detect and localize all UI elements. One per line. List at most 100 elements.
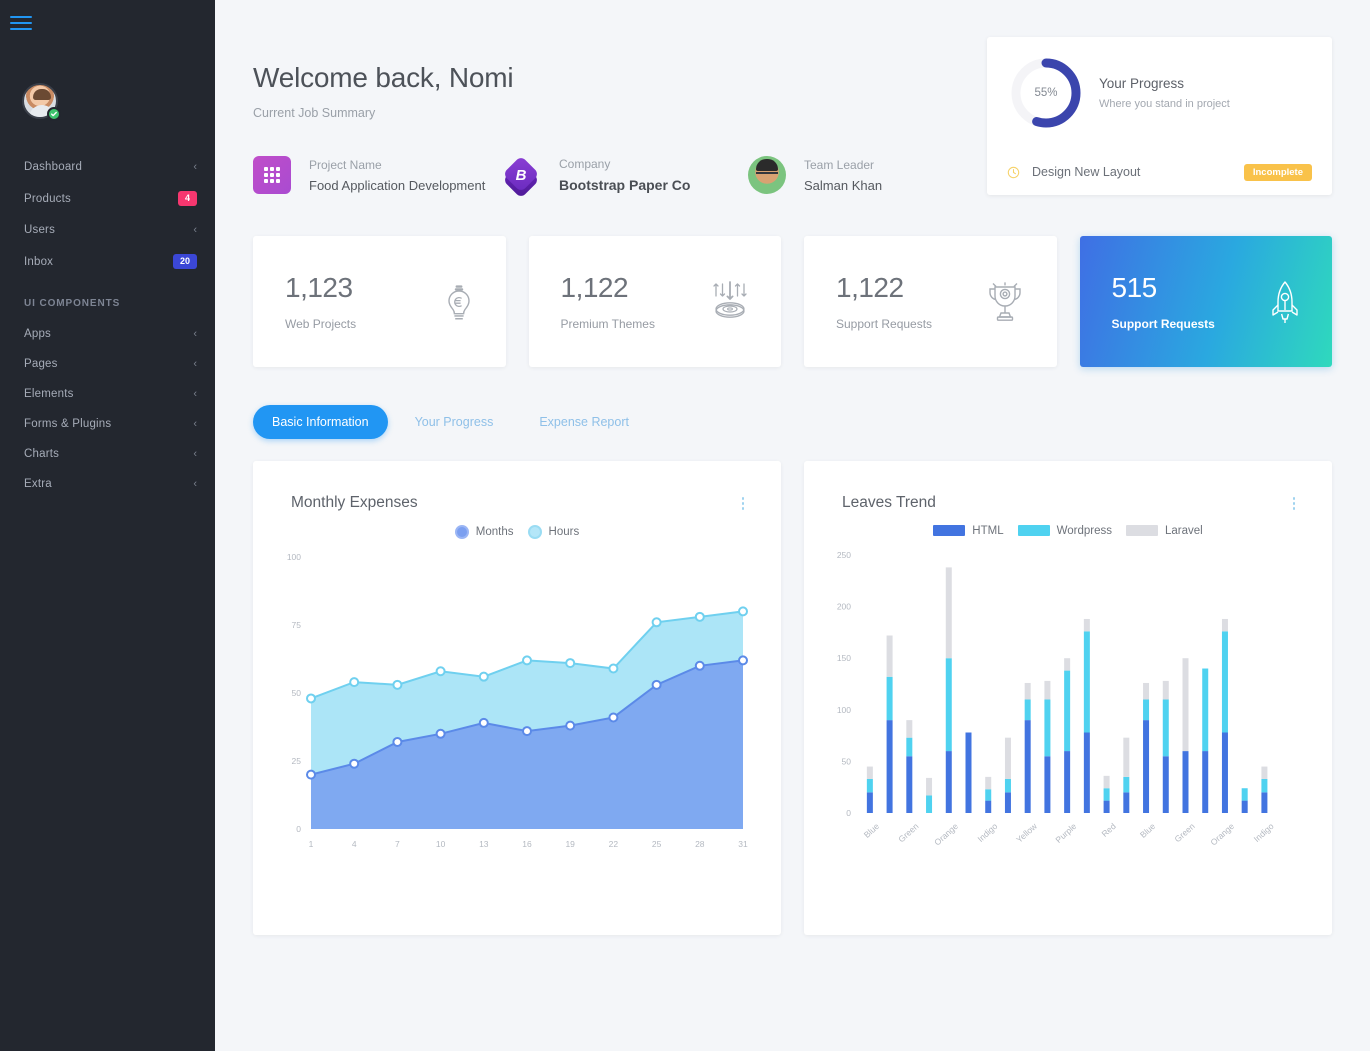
stat-card-support-requests[interactable]: 1,122 Support Requests <box>804 236 1057 367</box>
svg-text:1: 1 <box>309 839 314 849</box>
monthly-expenses-card: Monthly Expenses Months Hours 0 25 50 75 100… <box>253 461 781 935</box>
svg-text:19: 19 <box>565 839 575 849</box>
more-vertical-icon[interactable] <box>1290 494 1299 513</box>
meta-team-leader: Team Leader Salman Khan <box>748 156 882 194</box>
meta-project-name: Project Name Food Application Developmen… <box>253 156 503 194</box>
sidebar-item-inbox[interactable]: Inbox 20 <box>0 245 215 278</box>
sidebar-item-label: Forms & Plugins <box>24 418 112 430</box>
stat-label: Support Requests <box>1111 317 1215 331</box>
svg-text:50: 50 <box>292 688 302 698</box>
progress-title: Your Progress <box>1099 76 1185 91</box>
svg-text:Green: Green <box>1172 820 1196 843</box>
legend-swatch <box>933 525 966 536</box>
svg-text:200: 200 <box>837 601 851 611</box>
leaves-trend-card: Leaves Trend HTML Wordpress Laravel 0 50… <box>804 461 1332 935</box>
svg-text:0: 0 <box>296 824 301 834</box>
svg-text:100: 100 <box>837 704 851 714</box>
chevron-left-icon: ‹ <box>193 387 197 400</box>
svg-text:31: 31 <box>738 839 748 849</box>
legend-swatch <box>454 524 469 539</box>
chart-cards: Monthly Expenses Months Hours 0 25 50 75 100… <box>253 461 1332 935</box>
svg-text:4: 4 <box>352 839 357 849</box>
sidebar-item-label: Charts <box>24 448 60 460</box>
sidebar-item-label: Products <box>24 192 71 205</box>
tab-expense-report[interactable]: Expense Report <box>520 405 648 439</box>
svg-text:Orange: Orange <box>1208 820 1236 847</box>
area-chart: 0 25 50 75 100 1 4 7 10 13 16 19 22 25 28 31 <box>253 539 781 873</box>
main-content: Welcome back, Nomi Current Job Summary 5… <box>215 0 1370 1051</box>
stat-value: 515 <box>1111 272 1158 303</box>
chevron-left-icon: ‹ <box>193 447 197 460</box>
stat-cards: 1,123 Web Projects 1,122 Premium Themes … <box>253 236 1332 367</box>
bootstrap-cube-icon: B <box>502 155 541 199</box>
svg-text:50: 50 <box>842 756 852 766</box>
svg-text:Indigo: Indigo <box>976 820 1000 843</box>
dashboard-root: Dashboard ‹ Products 4 Users ‹ Inbox 20 … <box>0 0 1370 1051</box>
more-vertical-icon[interactable] <box>739 494 748 513</box>
chevron-left-icon: ‹ <box>193 477 197 490</box>
svg-text:Blue: Blue <box>862 820 882 839</box>
chevron-left-icon: ‹ <box>193 417 197 430</box>
online-check-icon <box>47 107 61 121</box>
cd-download-icon <box>709 280 751 324</box>
sidebar-nav: Dashboard ‹ Products 4 Users ‹ Inbox 20 … <box>0 152 215 499</box>
sidebar-item-charts[interactable]: Charts ‹ <box>0 439 215 469</box>
meta-value: Food Application Development <box>309 177 486 193</box>
svg-text:100: 100 <box>287 552 301 562</box>
legend-item-hours[interactable]: Hours <box>527 524 580 539</box>
svg-text:13: 13 <box>479 839 489 849</box>
sidebar-item-label: Dashboard <box>24 161 83 173</box>
svg-text:10: 10 <box>436 839 446 849</box>
sidebar-item-pages[interactable]: Pages ‹ <box>0 349 215 379</box>
stat-label: Premium Themes <box>560 317 655 331</box>
sidebar-item-users[interactable]: Users ‹ <box>0 215 215 245</box>
svg-text:28: 28 <box>695 839 705 849</box>
sidebar-item-extra[interactable]: Extra ‹ <box>0 469 215 499</box>
bar-chart: 0 50 100 150 200 250 Blue Green Orange Indigo Yell… <box>804 537 1332 871</box>
tab-basic-information[interactable]: Basic Information <box>253 405 388 439</box>
legend-label: HTML <box>972 524 1004 537</box>
meta-key: Team Leader <box>804 157 875 172</box>
svg-text:Orange: Orange <box>932 820 960 847</box>
legend-item-months[interactable]: Months <box>454 524 514 539</box>
products-badge: 4 <box>177 191 197 206</box>
status-badge: Incomplete <box>1243 163 1312 181</box>
svg-text:Indigo: Indigo <box>1252 820 1276 843</box>
legend-swatch <box>1017 525 1050 536</box>
svg-text:Purple: Purple <box>1053 820 1078 844</box>
chart-title: Leaves Trend <box>842 494 936 512</box>
legend-label: Hours <box>548 525 580 538</box>
svg-text:16: 16 <box>522 839 532 849</box>
sidebar-item-elements[interactable]: Elements ‹ <box>0 379 215 409</box>
sidebar-item-dashboard[interactable]: Dashboard ‹ <box>0 152 215 182</box>
stat-card-support-requests-accent[interactable]: 515 Support Requests <box>1079 236 1332 367</box>
svg-text:25: 25 <box>652 839 662 849</box>
progress-task-label: Design New Layout <box>1032 165 1141 180</box>
sidebar-item-label: Elements <box>24 388 74 400</box>
avatar[interactable] <box>22 83 61 121</box>
progress-percent: 55% <box>1034 87 1058 99</box>
sidebar-item-forms-plugins[interactable]: Forms & Plugins ‹ <box>0 409 215 439</box>
stat-value: 1,122 <box>560 272 629 303</box>
legend-item-laravel[interactable]: Laravel <box>1125 525 1203 537</box>
legend-item-wordpress[interactable]: Wordpress <box>1017 524 1112 537</box>
chevron-left-icon: ‹ <box>193 223 197 236</box>
stat-card-premium-themes[interactable]: 1,122 Premium Themes <box>528 236 781 367</box>
stat-value: 1,123 <box>285 272 353 303</box>
svg-text:Green: Green <box>896 820 920 843</box>
svg-text:150: 150 <box>837 653 851 663</box>
legend-item-html[interactable]: HTML <box>933 524 1004 537</box>
meta-value: Bootstrap Paper Co <box>559 177 691 193</box>
lightbulb-euro-icon <box>442 280 476 324</box>
sidebar-item-label: Apps <box>24 328 52 340</box>
menu-icon[interactable] <box>10 16 32 34</box>
sidebar-item-apps[interactable]: Apps ‹ <box>0 319 215 349</box>
sidebar-item-products[interactable]: Products 4 <box>0 182 215 215</box>
svg-text:22: 22 <box>609 839 619 849</box>
progress-subtitle: Where you stand in project <box>1099 98 1230 110</box>
stat-card-web-projects[interactable]: 1,123 Web Projects <box>253 236 506 367</box>
legend-swatch <box>1125 525 1158 536</box>
legend-label: Wordpress <box>1056 524 1112 537</box>
sidebar: Dashboard ‹ Products 4 Users ‹ Inbox 20 … <box>0 0 215 1051</box>
tab-your-progress[interactable]: Your Progress <box>396 405 513 439</box>
